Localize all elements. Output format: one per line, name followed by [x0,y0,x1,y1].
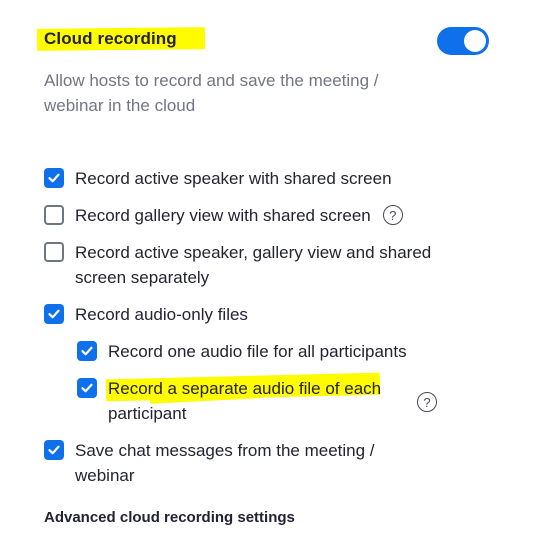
section-title: Cloud recording [44,29,177,48]
option-label-line2: participant [108,404,187,423]
help-icon[interactable]: ? [417,392,437,412]
option-label-line1: Save chat messages from the meeting / [75,441,375,460]
checkbox-one-audio[interactable] [77,341,97,361]
checkmark-icon [48,309,60,319]
option-label: Record active speaker with shared screen [75,169,392,188]
advanced-settings-link[interactable]: Advanced cloud recording settings [44,509,295,526]
checkmark-icon [81,383,93,393]
option-label: Record gallery view with shared screen [75,206,371,225]
option-label-line1: Record active speaker, gallery view and … [75,243,432,262]
option-separate-audio: Record a separate audio file of each par… [77,376,381,426]
option-label: Record audio-only files [75,305,248,324]
option-one-audio: Record one audio file for all participan… [77,339,407,364]
checkmark-icon [48,445,60,455]
option-separately: Record active speaker, gallery view and … [44,240,431,290]
checkbox-separately[interactable] [44,242,64,262]
option-label-block: Save chat messages from the meeting / we… [75,438,375,488]
checkmark-icon [48,173,60,183]
option-label: Record one audio file for all participan… [108,342,407,361]
option-label-block: Record active speaker, gallery view and … [75,240,431,290]
checkbox-active-speaker-shared[interactable] [44,168,64,188]
checkbox-audio-only[interactable] [44,304,64,324]
option-label-line1: Record a separate audio file of each [108,379,382,398]
option-gallery-shared: Record gallery view with shared screen ? [44,203,403,228]
option-audio-only: Record audio-only files [44,302,248,327]
section-description: Allow hosts to record and save the meeti… [44,71,379,115]
checkmark-icon [81,346,93,356]
cloud-recording-toggle[interactable] [437,27,489,55]
option-active-speaker-shared: Record active speaker with shared screen [44,166,392,191]
option-label-block: Record a separate audio file of each par… [108,376,381,426]
checkbox-gallery-shared[interactable] [44,205,64,225]
help-icon[interactable]: ? [382,205,403,225]
option-chat: Save chat messages from the meeting / we… [44,438,375,488]
option-label-line2: webinar [75,466,135,485]
checkbox-chat[interactable] [44,440,64,460]
checkbox-separate-audio[interactable] [77,378,97,398]
option-label-line2: screen separately [75,268,210,287]
toggle-knob [464,30,486,52]
